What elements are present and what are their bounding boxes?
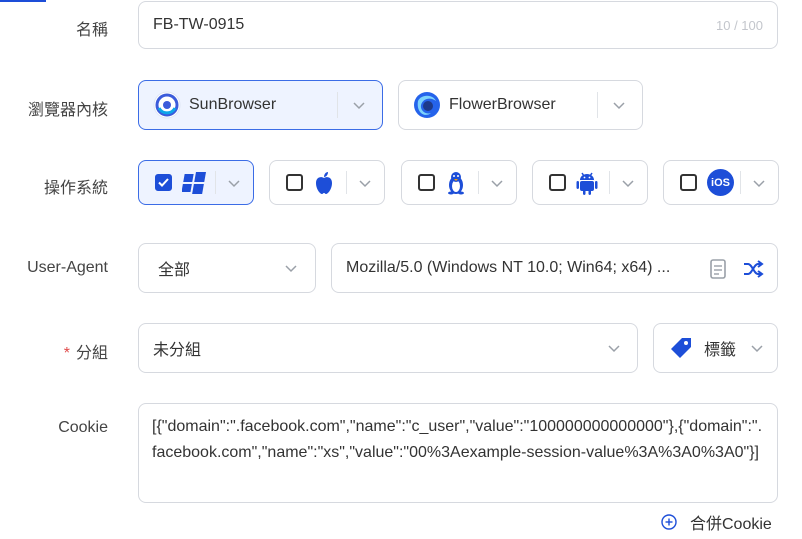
checkbox-unchecked[interactable] (286, 174, 303, 191)
tag-label: 標籤 (704, 342, 737, 359)
active-tab-indicator (0, 0, 46, 2)
browser-option-label: FlowerBrowser (449, 96, 556, 113)
chevron-down-icon[interactable] (622, 179, 634, 189)
cookie-value: [{"domain":".facebook.com","name":"c_use… (152, 418, 763, 461)
os-label: 操作系統 (43, 180, 108, 197)
group-value: 未分組 (153, 342, 202, 359)
checkbox-checked[interactable] (155, 174, 172, 191)
apple-icon (313, 171, 335, 195)
chevron-down-icon (608, 344, 620, 354)
os-option-macos[interactable] (269, 160, 385, 205)
user-agent-label: User-Agent (27, 259, 108, 276)
chevron-down-icon[interactable] (359, 179, 371, 189)
cookie-textarea[interactable]: [{"domain":".facebook.com","name":"c_use… (138, 403, 778, 503)
chevron-down-icon (751, 344, 763, 354)
chevron-down-icon[interactable] (491, 179, 503, 189)
flowerbrowser-icon (413, 91, 441, 119)
ios-icon: iOS (707, 169, 734, 196)
user-agent-filter-value: 全部 (158, 262, 191, 279)
chevron-down-icon (285, 264, 297, 274)
windows-icon (181, 171, 206, 194)
name-char-counter: 10 / 100 (716, 18, 763, 33)
name-input[interactable]: FB-TW-0915 10 / 100 (138, 1, 778, 49)
shuffle-icon[interactable] (742, 258, 764, 280)
os-option-android[interactable] (532, 160, 648, 205)
group-label: * 分組 (63, 345, 108, 362)
tag-select[interactable]: 標籤 (653, 323, 778, 373)
os-option-linux[interactable] (401, 160, 517, 205)
cookie-label: Cookie (58, 419, 108, 436)
name-value: FB-TW-0915 (153, 16, 245, 33)
checkbox-unchecked[interactable] (418, 174, 435, 191)
browser-option-flowerbrowser[interactable]: FlowerBrowser (398, 80, 643, 130)
merge-cookie-button[interactable]: 合併Cookie (661, 510, 772, 534)
browser-label: 瀏覽器內核 (27, 102, 108, 119)
checkbox-unchecked[interactable] (680, 174, 697, 191)
name-label: 名稱 (75, 22, 108, 39)
chevron-down-icon[interactable] (613, 101, 625, 111)
chevron-down-icon[interactable] (753, 179, 765, 189)
document-icon[interactable] (708, 258, 728, 280)
linux-icon (445, 171, 467, 195)
os-option-ios[interactable]: iOS (663, 160, 779, 205)
checkbox-unchecked[interactable] (549, 174, 566, 191)
os-option-windows[interactable] (138, 160, 254, 205)
user-agent-value: Mozilla/5.0 (Windows NT 10.0; Win64; x64… (346, 259, 671, 276)
browser-option-sunbrowser[interactable]: SunBrowser (138, 80, 383, 130)
browser-option-label: SunBrowser (189, 96, 277, 113)
user-agent-filter-select[interactable]: 全部 (138, 243, 316, 293)
user-agent-input[interactable]: Mozilla/5.0 (Windows NT 10.0; Win64; x64… (331, 243, 778, 293)
group-select[interactable]: 未分組 (138, 323, 638, 373)
profile-form: 名稱 FB-TW-0915 10 / 100 瀏覽器內核 SunBrowser … (0, 0, 802, 539)
android-icon (576, 171, 598, 195)
required-mark: * (63, 345, 70, 362)
sunbrowser-icon (153, 91, 181, 119)
merge-cookie-label: 合併Cookie (690, 516, 772, 533)
chevron-down-icon[interactable] (353, 101, 365, 111)
tag-icon (669, 336, 693, 360)
chevron-down-icon[interactable] (228, 179, 240, 189)
plus-circle-icon (661, 514, 677, 530)
